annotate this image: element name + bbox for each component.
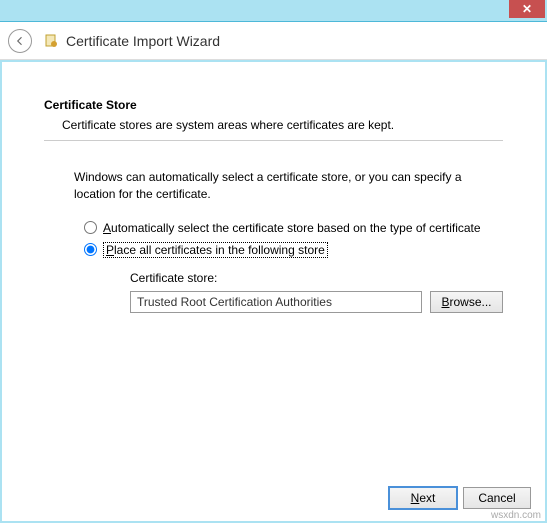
instruction-text: Windows can automatically select a certi…	[74, 169, 483, 203]
radio-auto-label[interactable]: Automatically select the certificate sto…	[103, 221, 481, 235]
divider	[44, 140, 503, 141]
close-button[interactable]: ✕	[509, 0, 545, 18]
radio-auto-row: Automatically select the certificate sto…	[84, 221, 503, 235]
section-description: Certificate stores are system areas wher…	[62, 118, 503, 132]
browse-button[interactable]: Browse...	[430, 291, 503, 313]
next-button[interactable]: Next	[389, 487, 457, 509]
radio-auto-select[interactable]	[84, 221, 97, 234]
close-icon: ✕	[522, 2, 532, 16]
certificate-wizard-icon	[42, 32, 60, 50]
titlebar: ✕	[0, 0, 547, 22]
radio-place-label[interactable]: Place all certificates in the following …	[103, 243, 328, 257]
back-button[interactable]	[8, 29, 32, 53]
wizard-header: Certificate Import Wizard	[0, 22, 547, 60]
section-title: Certificate Store	[44, 98, 503, 112]
radio-place-row: Place all certificates in the following …	[84, 243, 503, 257]
watermark: wsxdn.com	[491, 510, 541, 521]
certificate-store-label: Certificate store:	[130, 271, 503, 285]
certificate-store-input[interactable]	[130, 291, 422, 313]
cancel-button[interactable]: Cancel	[463, 487, 531, 509]
wizard-title: Certificate Import Wizard	[66, 33, 220, 49]
radio-place-all[interactable]	[84, 243, 97, 256]
wizard-page: Certificate Store Certificate stores are…	[2, 62, 545, 521]
back-arrow-icon	[14, 35, 26, 47]
wizard-footer: Next Cancel	[2, 475, 545, 521]
